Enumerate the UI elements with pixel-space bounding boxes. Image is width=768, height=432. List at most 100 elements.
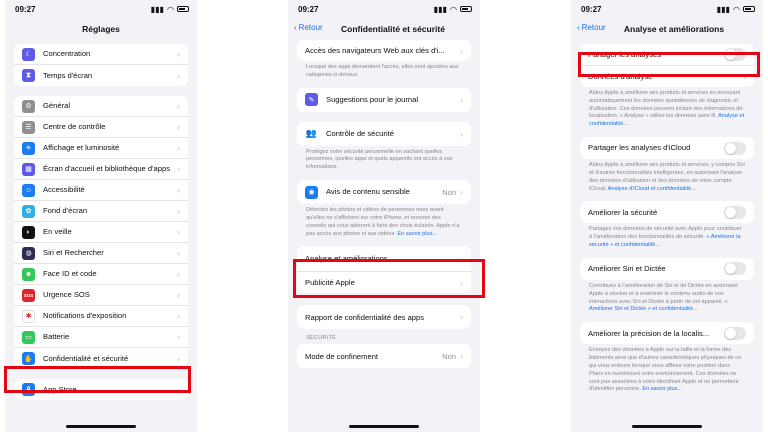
back-label: Retour — [581, 23, 606, 32]
settings-item-switches[interactable]: ☰ Centre de contrôle › — [14, 117, 188, 138]
home-indicator — [66, 425, 136, 428]
improve-security-toggle[interactable] — [724, 205, 746, 219]
settings-item-exposure[interactable]: ✱ Notifications d'exposition › — [14, 306, 188, 327]
improve-location-note: Envoyez des données à Apple sur la taill… — [589, 347, 745, 394]
apple-ads-row[interactable]: Publicité Apple › — [297, 272, 471, 293]
hourglass-icon: ⧗ — [22, 69, 35, 82]
safety-check-row[interactable]: 👥 Contrôle de sécurité › — [297, 122, 471, 146]
settings-item-battery[interactable]: ▭ Batterie › — [14, 327, 188, 348]
settings-group-web: Accès des navigateurs Web aux clés d'i..… — [297, 40, 471, 61]
learn-more-link[interactable]: En savoir plus... — [397, 231, 437, 237]
settings-group-store: A App Store › — [14, 379, 188, 400]
app-privacy-report-row[interactable]: Rapport de confidentialité des apps › — [297, 305, 471, 329]
share-analytics-label: Partager les analyses — [588, 49, 662, 59]
icloud-analytics-row: Partager les analyses d'iCloud — [580, 137, 754, 159]
analytics-row[interactable]: Analyse et améliorations › — [297, 246, 471, 273]
chevron-right-icon: › — [177, 311, 180, 321]
journal-icon: ✎ — [305, 93, 318, 107]
settings-item-label: Écran d'accueil et bibliothèque d'apps — [43, 164, 171, 174]
hand-icon: ✋ — [22, 352, 35, 365]
accessibility-icon: ☺ — [22, 183, 35, 197]
privacy-screen: 09:27 ▮▮▮ ◠ ‹ Retour Confidentialité et … — [288, 0, 480, 432]
icloud-privacy-link[interactable]: Analyse d'iCloud et confidentialité... — [608, 186, 696, 192]
status-icons: ▮▮▮ ◠ — [151, 5, 189, 14]
safety-check-label: Contrôle de sécurité — [326, 128, 394, 138]
chevron-right-icon: › — [177, 332, 180, 342]
battery-status-icon — [177, 6, 189, 12]
chevron-right-icon: › — [460, 253, 463, 264]
sensitive-content-label: Avis de contenu sensible — [326, 187, 410, 197]
web-access-row[interactable]: Accès des navigateurs Web aux clés d'i..… — [297, 40, 471, 61]
exposure-icon: ✱ — [22, 309, 35, 323]
page-title: Analyse et améliorations — [623, 24, 725, 34]
settings-item-gear[interactable]: ⚙ Général › — [14, 96, 188, 117]
improve-security-group: Améliorer la sécurité — [580, 201, 754, 224]
location-learn-more-link[interactable]: En savoir plus... — [642, 386, 682, 392]
back-button[interactable]: ‹ Retour — [577, 23, 606, 32]
analytics-data-row[interactable]: Données d'analyse › — [580, 66, 754, 87]
gear-icon: ⚙ — [22, 99, 35, 113]
improve-siri-label: Améliorer Siri et Dictée — [588, 264, 666, 274]
settings-item-label: Batterie — [43, 332, 70, 342]
settings-item-grid[interactable]: ▦ Écran d'accueil et bibliothèque d'apps › — [14, 159, 188, 180]
moon-icon: ☾ — [22, 47, 35, 61]
web-access-label: Accès des navigateurs Web aux clés d'i..… — [305, 45, 445, 55]
chevron-right-icon: › — [460, 94, 463, 105]
settings-item-label: App Store — [43, 384, 77, 394]
improve-location-toggle[interactable] — [724, 326, 746, 340]
chevron-left-icon: ‹ — [294, 23, 297, 32]
share-analytics-toggle[interactable] — [724, 48, 746, 61]
people-icon: 👥 — [305, 127, 318, 141]
chevron-right-icon: › — [177, 143, 180, 153]
settings-item-hand[interactable]: ✋ Confidentialité et sécurité › — [14, 348, 188, 369]
settings-item-label: Concentration — [43, 49, 91, 59]
analytics-screen: 09:27 ▮▮▮ ◠ ‹ Retour Analyse et améliora… — [571, 0, 763, 432]
journal-row[interactable]: ✎ Suggestions pour le journal › — [297, 88, 471, 112]
status-time: 09:27 — [15, 4, 36, 14]
improve-security-label: Améliorer la sécurité — [588, 207, 658, 217]
icloud-analytics-toggle[interactable] — [724, 141, 746, 155]
settings-item-sos[interactable]: SOS Urgence SOS › — [14, 285, 188, 306]
sensitive-content-row[interactable]: ◉ Avis de contenu sensible Non › — [297, 180, 471, 204]
wifi-icon: ◠ — [167, 4, 174, 14]
sos-icon: SOS — [22, 288, 35, 302]
settings-item-flower[interactable]: ✿ Fond d'écran › — [14, 201, 188, 222]
settings-item-hourglass[interactable]: ⧗ Temps d'écran › — [14, 65, 188, 86]
settings-group-general: ⚙ Général › ☰ Centre de contrôle › ☀ Affichage … — [14, 96, 188, 369]
improve-siri-group: Améliorer Siri et Dictée — [580, 257, 754, 280]
nav-bar: Réglages — [5, 18, 197, 40]
page-title: Confidentialité et sécurité — [341, 24, 445, 34]
siri-icon: ◍ — [22, 246, 35, 260]
settings-item-standby[interactable]: ◐ En veille › — [14, 222, 188, 243]
settings-item-sun[interactable]: ☀ Affichage et luminosité › — [14, 138, 188, 159]
share-analytics-group: Partager les analyses Données d'analyse … — [580, 44, 754, 87]
chevron-right-icon: › — [177, 70, 180, 81]
improve-siri-note: Contribuez à l'amélioration de Siri et d… — [589, 283, 745, 314]
settings-item-accessibility[interactable]: ☺ Accessibilité › — [14, 180, 188, 201]
eye-icon: ◉ — [305, 185, 318, 199]
settings-item-siri[interactable]: ◍ Siri et Rechercher › — [14, 243, 188, 264]
settings-group-analytics: Analyse et améliorations › Publicité App… — [297, 246, 471, 294]
chevron-right-icon: › — [460, 128, 463, 139]
icloud-analytics-label: Partager les analyses d'iCloud — [588, 143, 691, 153]
wifi-icon: ◠ — [450, 4, 457, 14]
chevron-right-icon: › — [177, 122, 180, 132]
status-bar: 09:27 ▮▮▮ ◠ — [5, 0, 197, 18]
status-time: 09:27 — [298, 4, 319, 14]
share-analytics-row: Partager les analyses — [580, 44, 754, 66]
settings-item-faceid[interactable]: ☻ Face ID et code › — [14, 264, 188, 285]
settings-item-moon[interactable]: ☾ Concentration › — [14, 44, 188, 65]
settings-item-label: Accessibilité — [43, 185, 85, 195]
back-button[interactable]: ‹ Retour — [294, 23, 323, 32]
page-title: Réglages — [82, 24, 120, 34]
battery-icon: ▭ — [22, 330, 35, 344]
lockdown-mode-row[interactable]: Mode de confinement Non › — [297, 344, 471, 368]
home-indicator — [632, 425, 702, 428]
settings-item-appstore[interactable]: A App Store › — [14, 379, 188, 400]
settings-group-sensitive: ◉ Avis de contenu sensible Non › — [297, 180, 471, 205]
improve-location-row: Améliorer la précision de la localis... — [580, 322, 754, 344]
signal-icon: ▮▮▮ — [150, 4, 165, 14]
chevron-right-icon: › — [177, 290, 180, 300]
improve-siri-toggle[interactable] — [724, 262, 746, 276]
web-access-note: Lorsque des apps demandent l'accès, elle… — [306, 64, 459, 78]
